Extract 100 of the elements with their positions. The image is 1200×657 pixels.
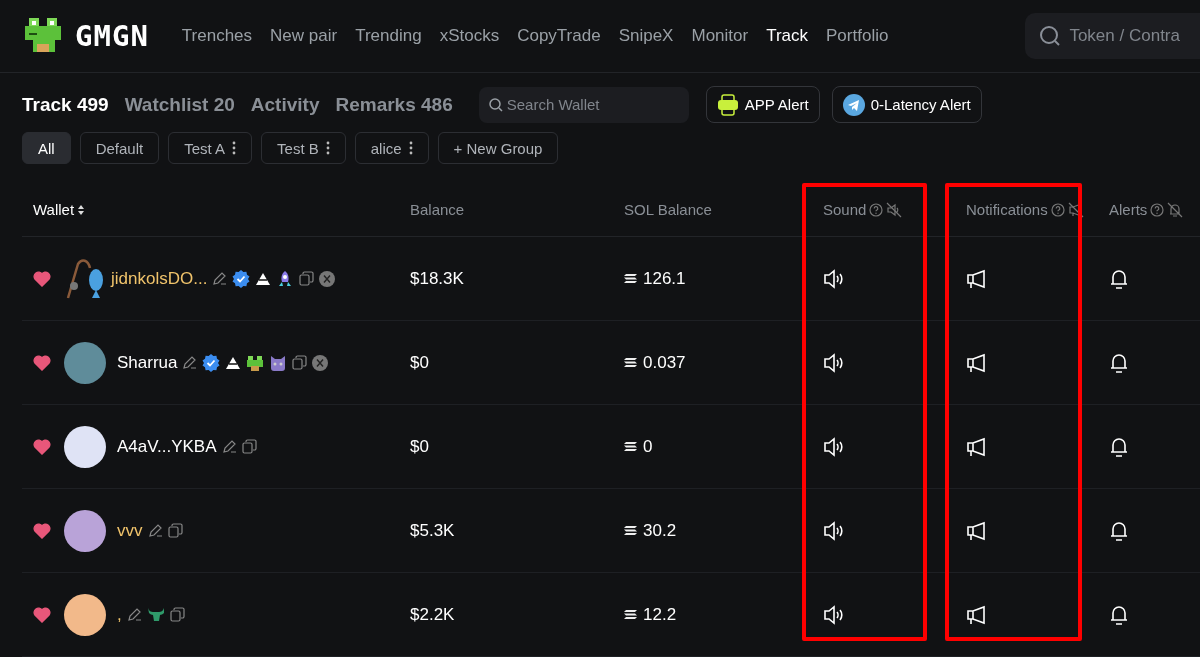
balance-value: $0 bbox=[410, 436, 429, 457]
bell-icon[interactable] bbox=[1109, 267, 1129, 290]
fishing-rod-icon bbox=[64, 257, 106, 300]
sol-balance-value: 30.2 bbox=[643, 520, 677, 541]
group-tab[interactable]: Default bbox=[79, 132, 160, 164]
section-tab[interactable]: Activity bbox=[250, 93, 320, 116]
column-header: Balance bbox=[410, 201, 465, 218]
megaphone-icon[interactable] bbox=[966, 436, 988, 457]
avatar-placeholder bbox=[64, 341, 106, 384]
group-tab[interactable]: alice bbox=[354, 132, 429, 164]
speaker-icon[interactable] bbox=[823, 268, 845, 289]
sol-balance-value: 0.037 bbox=[643, 352, 686, 373]
sol-balance-value: 0 bbox=[643, 436, 653, 457]
search-wallet-field[interactable]: Search Wallet bbox=[478, 86, 689, 123]
edit-icon[interactable] bbox=[126, 607, 142, 622]
heart-icon[interactable] bbox=[33, 606, 51, 623]
frog-logo-icon bbox=[23, 18, 63, 54]
group-tab[interactable]: Test A bbox=[168, 132, 253, 164]
section-tab[interactable]: Watchlist 20 bbox=[124, 93, 235, 116]
wallet-name[interactable]: jidnkolsDO... bbox=[111, 268, 208, 289]
avatar-placeholder bbox=[64, 593, 106, 636]
bell-off-icon[interactable] bbox=[1167, 201, 1184, 218]
token-search-field[interactable]: Token / Contra bbox=[1025, 13, 1200, 59]
wallet-name[interactable]: vvv bbox=[117, 520, 143, 541]
section-tab[interactable]: Remarks 486 bbox=[335, 93, 453, 116]
speaker-icon[interactable] bbox=[823, 604, 845, 625]
alert-button[interactable]: 0-Latency Alert bbox=[831, 86, 982, 123]
nav-link[interactable]: Trenches bbox=[172, 26, 262, 46]
sol-balance-value: 126.1 bbox=[643, 268, 686, 289]
nav-link[interactable]: Portfolio bbox=[817, 26, 898, 46]
heart-icon[interactable] bbox=[33, 270, 51, 287]
wallet-name[interactable]: Sharrua bbox=[117, 352, 178, 373]
solana-icon bbox=[624, 525, 637, 536]
search-icon bbox=[488, 97, 503, 112]
copy-icon[interactable] bbox=[167, 523, 183, 538]
group-tab[interactable]: Test B bbox=[261, 132, 346, 164]
x-logo-icon[interactable] bbox=[319, 270, 336, 287]
search-icon bbox=[1039, 25, 1062, 47]
mute-all-icon[interactable] bbox=[1067, 201, 1084, 218]
nav-link[interactable]: xStocks bbox=[430, 26, 509, 46]
edit-icon[interactable] bbox=[221, 439, 237, 454]
alert-button[interactable]: APP Alert bbox=[705, 86, 820, 123]
copy-icon[interactable] bbox=[241, 439, 257, 454]
solana-icon bbox=[624, 441, 637, 452]
pyramid-icon bbox=[225, 355, 242, 370]
edit-icon[interactable] bbox=[147, 523, 163, 538]
nav-link[interactable]: Track bbox=[757, 26, 818, 46]
copy-icon[interactable] bbox=[299, 271, 315, 286]
megaphone-icon[interactable] bbox=[966, 352, 988, 373]
cat-face-icon bbox=[269, 353, 288, 372]
megaphone-icon[interactable] bbox=[966, 268, 988, 289]
x-logo-icon[interactable] bbox=[312, 354, 329, 371]
bell-icon[interactable] bbox=[1109, 603, 1129, 626]
column-header: Notifications bbox=[966, 201, 1048, 218]
nav-link[interactable]: SnipeX bbox=[609, 26, 683, 46]
group-tab[interactable]: + New Group bbox=[437, 132, 559, 164]
wallet-name[interactable]: A4aV...YKBA bbox=[117, 436, 217, 457]
solana-icon bbox=[624, 357, 637, 368]
nav-link[interactable]: Monitor bbox=[682, 26, 758, 46]
bell-icon[interactable] bbox=[1109, 519, 1129, 542]
edit-icon[interactable] bbox=[212, 271, 228, 286]
balance-value: $18.3K bbox=[410, 268, 464, 289]
copy-icon[interactable] bbox=[292, 355, 308, 370]
pyramid-icon bbox=[255, 271, 272, 286]
column-header: SOL Balance bbox=[624, 201, 712, 218]
bell-icon[interactable] bbox=[1109, 435, 1129, 458]
help-icon[interactable] bbox=[1050, 202, 1065, 217]
bell-icon[interactable] bbox=[1109, 351, 1129, 374]
frog-icon bbox=[246, 353, 265, 372]
column-header: Wallet bbox=[33, 201, 75, 218]
group-tab[interactable]: All bbox=[22, 132, 71, 164]
heart-icon[interactable] bbox=[33, 522, 51, 539]
paper-plane-icon bbox=[842, 93, 865, 116]
edit-icon[interactable] bbox=[182, 355, 198, 370]
speaker-icon[interactable] bbox=[823, 520, 845, 541]
speaker-icon[interactable] bbox=[823, 352, 845, 373]
balance-value: $5.3K bbox=[410, 520, 455, 541]
nav-link[interactable]: New pair bbox=[261, 26, 347, 46]
nav-link[interactable]: Trending bbox=[346, 26, 431, 46]
wallet-name[interactable]: , bbox=[117, 604, 122, 625]
solana-icon bbox=[624, 609, 637, 620]
heart-icon[interactable] bbox=[33, 438, 51, 455]
bull-head-icon bbox=[146, 606, 165, 623]
nav-link[interactable]: CopyTrade bbox=[508, 26, 610, 46]
copy-icon[interactable] bbox=[169, 607, 185, 622]
help-icon[interactable] bbox=[869, 202, 884, 217]
column-header: Sound bbox=[823, 201, 867, 218]
balance-value: $2.2K bbox=[410, 604, 455, 625]
heart-icon[interactable] bbox=[33, 354, 51, 371]
section-tab[interactable]: Track 499 bbox=[22, 93, 109, 116]
verified-badge-icon bbox=[202, 353, 221, 372]
megaphone-icon[interactable] bbox=[966, 520, 988, 541]
megaphone-icon[interactable] bbox=[966, 604, 988, 625]
brand-name: GMGN bbox=[75, 19, 149, 53]
help-icon[interactable] bbox=[1150, 202, 1165, 217]
sol-balance-value: 12.2 bbox=[643, 604, 677, 625]
verified-badge-icon bbox=[232, 269, 251, 288]
speaker-icon[interactable] bbox=[823, 436, 845, 457]
sort-icon[interactable] bbox=[77, 203, 86, 216]
mute-all-icon[interactable] bbox=[886, 201, 903, 218]
